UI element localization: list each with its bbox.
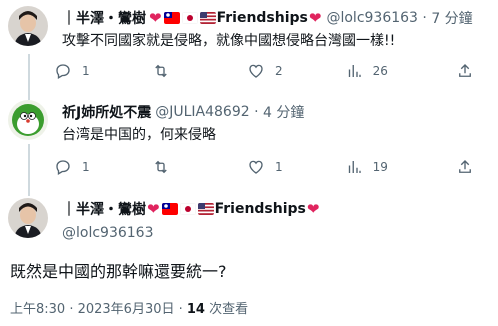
japan-flag-icon [179, 203, 196, 215]
timestamp[interactable]: 7 分鐘 [431, 8, 472, 28]
like-icon [249, 64, 263, 78]
tweet-text: 攻擊不同國家就是侵略，就像中國想侵略台灣國一樣!! [62, 33, 396, 49]
tweet-footer: 上午8:30 · 2023年6月30日 · 14 次查看 [10, 298, 248, 317]
thread-line [28, 54, 30, 92]
retweet-icon [154, 64, 167, 78]
views-button[interactable]: 19 [345, 158, 456, 176]
separator: · [249, 104, 263, 120]
main-tweet-text: 既然是中國的那幹嘛還要統一? [10, 262, 227, 281]
reply-button[interactable]: 1 [54, 158, 152, 176]
share-icon [459, 64, 471, 77]
like-icon [249, 160, 263, 174]
like-button[interactable]: 1 [247, 158, 345, 176]
main-display-name[interactable]: ｜半澤・鸞樹 ❤ Friendships ❤ [62, 199, 320, 219]
like-count: 1 [275, 160, 283, 174]
tweet-header: 祈J姉所処不震 @JULIA48692 · 4 分鐘 [62, 102, 304, 122]
thread-line [28, 144, 30, 184]
display-name[interactable]: 祈J姉所処不震 [62, 102, 151, 122]
retweet-button[interactable] [152, 158, 248, 176]
action-bar: 1 2 26 [54, 62, 484, 80]
retweet-button[interactable] [152, 62, 248, 80]
retweet-icon [154, 160, 167, 174]
handle[interactable]: @lolc936163 [326, 10, 418, 26]
reply-count: 1 [82, 160, 90, 174]
avatar[interactable] [8, 100, 48, 140]
avatar[interactable] [8, 6, 48, 46]
views-count: 19 [372, 160, 388, 174]
like-button[interactable]: 2 [247, 62, 345, 80]
main-avatar[interactable] [8, 198, 48, 238]
main-handle[interactable]: @lolc936163 [62, 225, 320, 241]
separator: · [417, 10, 432, 26]
display-name[interactable]: ｜半澤・鸞樹 ❤ Friendships ❤ [62, 8, 322, 28]
post-timestamp[interactable]: 上午8:30 · 2023年6月30日 · [10, 302, 187, 317]
views-label: 次查看 [204, 302, 249, 317]
main-tweet-header: ｜半澤・鸞樹 ❤ Friendships ❤ @lolc936163 [62, 199, 320, 241]
japan-flag-icon [181, 12, 198, 24]
views-icon [348, 65, 361, 77]
share-button[interactable] [456, 158, 484, 176]
us-flag-icon [199, 12, 216, 24]
reply-icon [56, 64, 70, 79]
views-count: 14 [186, 302, 205, 317]
timestamp[interactable]: 4 分鐘 [263, 102, 304, 122]
taiwan-flag-icon [161, 203, 178, 215]
views-count: 26 [372, 64, 388, 78]
taiwan-flag-icon [163, 12, 180, 24]
share-button[interactable] [456, 62, 484, 80]
handle[interactable]: @JULIA48692 [155, 104, 249, 120]
reply-icon [56, 160, 70, 175]
action-bar: 1 1 19 [54, 158, 484, 176]
share-icon [459, 160, 471, 173]
reply-tweet-1[interactable]: ｜半澤・鸞樹 ❤ Friendships ❤ @lolc936163 · 7 分… [0, 0, 498, 92]
views-icon [348, 161, 361, 173]
heart-emoji-icon: ❤ [149, 9, 162, 27]
tweet-header: ｜半澤・鸞樹 ❤ Friendships ❤ @lolc936163 · 7 分… [62, 8, 473, 28]
reply-count: 1 [82, 64, 90, 78]
reply-tweet-2[interactable]: 祈J姉所処不震 @JULIA48692 · 4 分鐘 台湾是中国的，何来侵略 1… [0, 92, 498, 184]
heart-emoji-icon: ❤ [308, 9, 322, 27]
reply-button[interactable]: 1 [54, 62, 152, 80]
thread-line [28, 92, 30, 100]
thread-line [28, 184, 30, 196]
us-flag-icon [197, 203, 214, 215]
views-button[interactable]: 26 [345, 62, 456, 80]
heart-emoji-icon: ❤ [147, 200, 160, 218]
heart-emoji-icon: ❤ [306, 200, 320, 218]
like-count: 2 [275, 64, 283, 78]
tweet-text: 台湾是中国的，何来侵略 [62, 127, 216, 143]
